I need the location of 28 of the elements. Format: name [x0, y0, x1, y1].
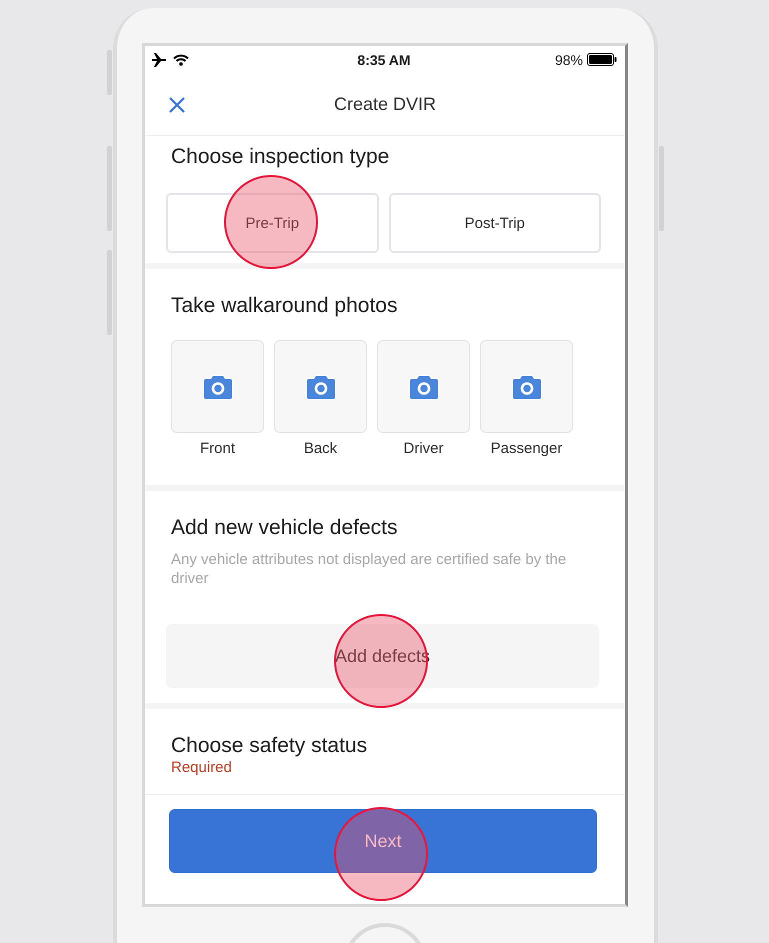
photo-slot-button[interactable] [274, 340, 367, 433]
photo-slot-button[interactable] [171, 340, 264, 433]
airplane-icon [151, 52, 167, 66]
required-note: Required [171, 759, 233, 776]
photo-slot-label: Passenger [490, 440, 562, 457]
photo-slot-label: Front [200, 440, 235, 457]
next-button[interactable]: Next [169, 809, 597, 873]
section-heading: Choose inspection type [171, 145, 390, 169]
camera-icon [306, 374, 334, 398]
section-heading: Choose safety status [171, 734, 368, 758]
screen-title: Create DVIR [334, 94, 436, 114]
section-description: Any vehicle attributes not displayed are certified safe by the driver [171, 550, 568, 588]
section-heading: Add new vehicle defects [171, 516, 398, 540]
camera-icon [512, 374, 540, 398]
camera-icon [410, 374, 438, 398]
battery-percent: 98% [554, 52, 583, 68]
photo-slot-button[interactable] [480, 340, 573, 433]
camera-icon [204, 374, 232, 398]
photo-slot-button[interactable] [377, 340, 470, 433]
inspection-type-button[interactable]: Pre-Trip [166, 193, 378, 253]
status-time: 8:35 AM [357, 52, 411, 68]
photo-slot-label: Driver [404, 440, 444, 457]
section-heading: Take walkaround photos [171, 294, 398, 318]
battery-icon [586, 53, 617, 66]
close-icon[interactable] [168, 96, 186, 114]
inspection-type-button[interactable]: Post-Trip [388, 193, 601, 253]
photo-slot-label: Back [304, 440, 338, 457]
wifi-icon [173, 54, 189, 66]
